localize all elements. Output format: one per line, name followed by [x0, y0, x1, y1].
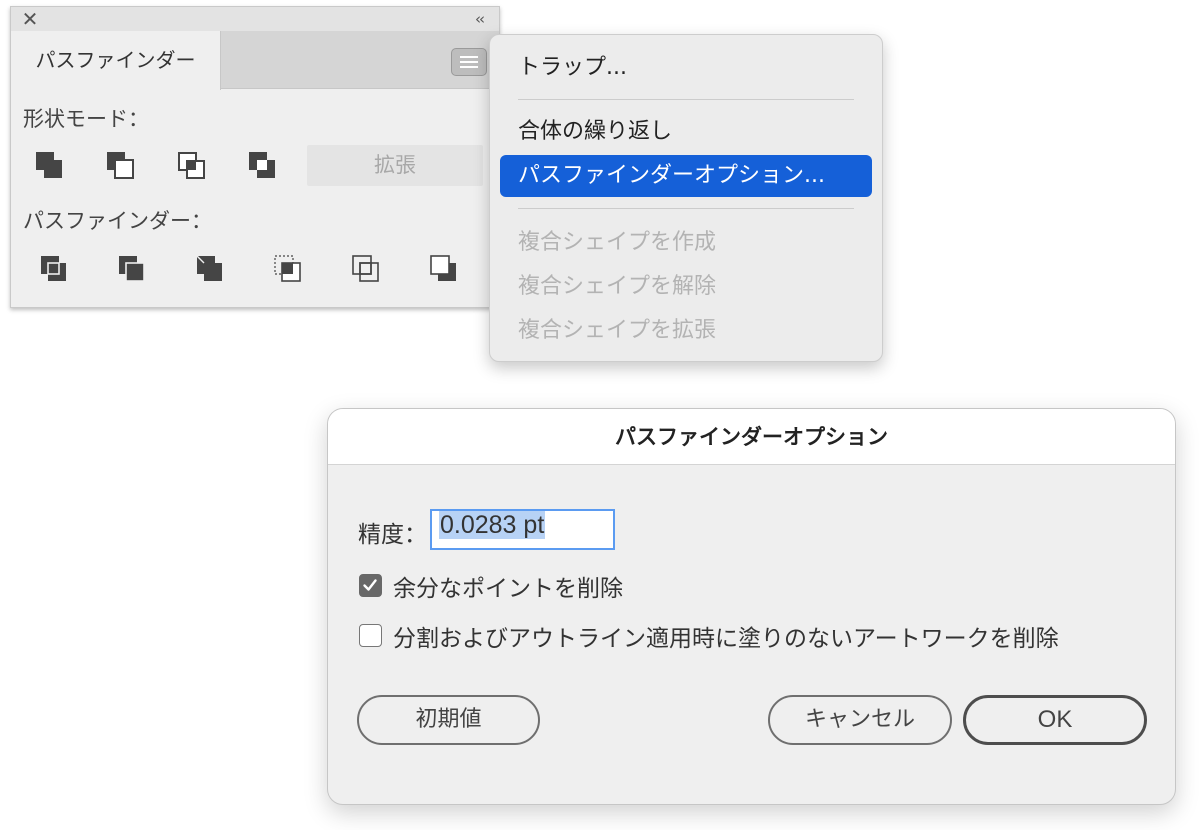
menu-separator: [518, 99, 854, 100]
minus-front-icon: [107, 152, 134, 179]
menu-item-release-compound-shape: 複合シェイプを解除: [518, 274, 717, 299]
cancel-button[interactable]: キャンセル: [768, 695, 952, 745]
intersect-button[interactable]: [170, 147, 212, 187]
trim-button[interactable]: [113, 251, 155, 291]
checkmark-icon: [363, 579, 377, 591]
outline-icon: [352, 255, 379, 282]
remove-redundant-points-label[interactable]: 余分なポイントを削除: [393, 569, 623, 603]
crop-button[interactable]: [269, 251, 311, 291]
panel-titlebar: ✕ ‹‹: [11, 7, 499, 31]
outline-button[interactable]: [347, 251, 389, 291]
expand-button[interactable]: 拡張: [307, 145, 483, 186]
minus-front-button[interactable]: [99, 147, 141, 187]
menu-item-make-compound-shape: 複合シェイプを作成: [518, 230, 717, 255]
remove-redundant-points-checkbox[interactable]: [359, 574, 382, 597]
divide-button[interactable]: [35, 251, 77, 291]
minus-back-button[interactable]: [425, 251, 467, 291]
divide-remove-unpainted-label[interactable]: 分割およびアウトライン適用時に塗りのないアートワークを削除: [393, 619, 1059, 653]
menu-item-repeat-unite[interactable]: 合体の繰り返し: [500, 111, 872, 153]
menu-separator: [518, 208, 854, 209]
dialog-titlebar: パスファインダーオプション: [328, 409, 1175, 465]
menu-item-expand-compound-shape: 複合シェイプを拡張: [518, 318, 717, 343]
ok-button[interactable]: OK: [963, 695, 1147, 745]
close-icon[interactable]: ✕: [19, 8, 41, 30]
panel-flyout-menu: トラップ... 合体の繰り返し パスファインダーオプション... 複合シェイプを…: [489, 34, 883, 362]
menu-item-trap[interactable]: トラップ...: [500, 47, 872, 89]
dialog-title: パスファインダーオプション: [615, 425, 888, 449]
menu-item-pathfinder-options[interactable]: パスファインダーオプション...: [500, 155, 872, 197]
panel-menu-button[interactable]: [451, 48, 487, 76]
exclude-icon: [249, 152, 275, 178]
minus-back-icon: [430, 255, 456, 281]
exclude-button[interactable]: [241, 147, 283, 187]
defaults-button[interactable]: 初期値: [357, 695, 540, 745]
unite-icon: [36, 152, 62, 178]
pathfinder-options-dialog: パスファインダーオプション 精度： 0.0283 pt 余分なポイントを削除 分…: [327, 408, 1176, 805]
pathfinder-panel: ✕ ‹‹ パスファインダー 形状モード： 拡張 パスファインダー：: [10, 6, 500, 308]
pathfinders-label: パスファインダー：: [23, 209, 212, 233]
intersect-icon: [178, 152, 205, 179]
trim-icon: [119, 256, 145, 282]
shape-modes-label: 形状モード：: [23, 107, 149, 131]
merge-icon: [196, 255, 222, 281]
divide-remove-unpainted-checkbox[interactable]: [359, 624, 382, 647]
unite-button[interactable]: [28, 147, 70, 187]
merge-button[interactable]: [191, 251, 233, 291]
precision-input[interactable]: 0.0283 pt: [430, 509, 615, 550]
precision-label: 精度：: [358, 522, 427, 548]
hamburger-menu-icon: [460, 66, 478, 68]
crop-icon: [274, 255, 301, 282]
panel-tabstrip: パスファインダー: [11, 31, 499, 90]
precision-value: 0.0283 pt: [439, 511, 546, 539]
collapse-icon[interactable]: ‹‹: [475, 10, 485, 28]
hamburger-menu-icon: [460, 56, 478, 58]
tab-pathfinder[interactable]: パスファインダー: [11, 31, 221, 90]
divide-icon: [41, 256, 66, 281]
hamburger-menu-icon: [460, 61, 478, 63]
